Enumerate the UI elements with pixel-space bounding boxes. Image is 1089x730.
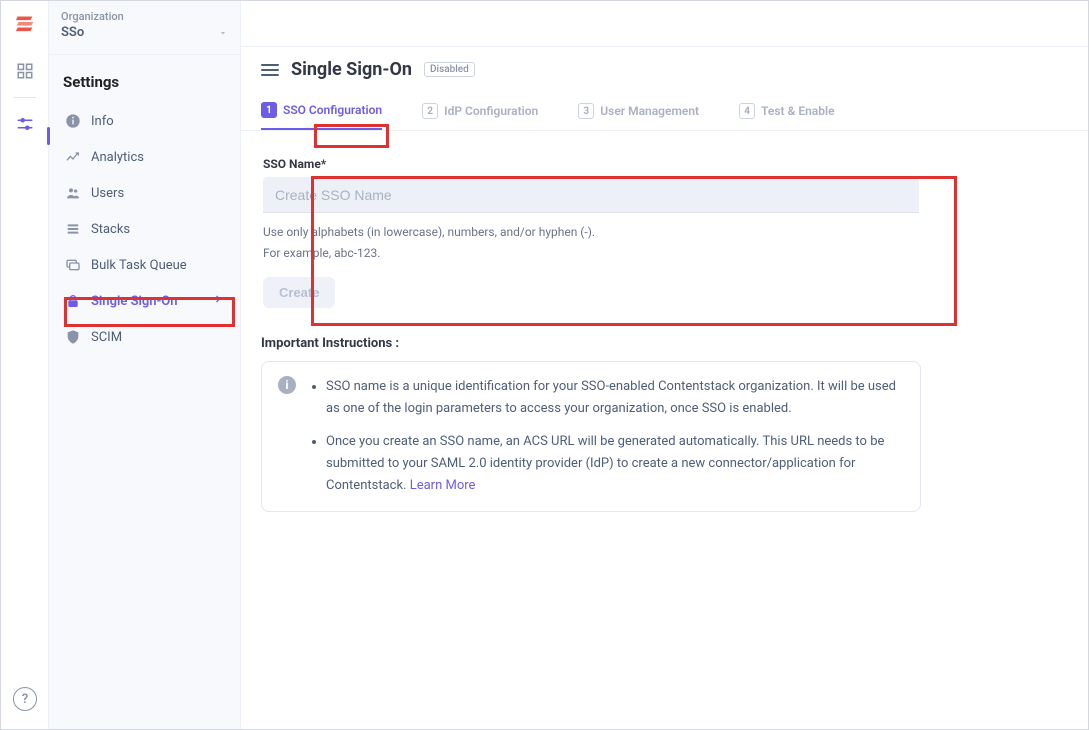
sso-name-label: SSO Name* xyxy=(263,157,919,171)
sidebar-item-info[interactable]: Info xyxy=(55,103,234,139)
hint-2: For example, abc-123. xyxy=(263,244,919,263)
step-label: Test & Enable xyxy=(761,104,834,118)
step-number: 3 xyxy=(578,103,594,119)
instructions-box: i SSO name is a unique identification fo… xyxy=(261,361,921,511)
sidebar-item-label: SCIM xyxy=(91,330,122,345)
sidebar: Organization SSo Settings Info Analytics… xyxy=(49,1,241,729)
stepper: 1 SSO Configuration 2 IdP Configuration … xyxy=(241,94,1088,131)
main-content: Single Sign-On Disabled 1 SSO Configurat… xyxy=(241,1,1088,729)
sidebar-item-single-sign-on[interactable]: Single Sign-On xyxy=(55,283,234,319)
chevron-down-icon xyxy=(218,28,228,38)
sidebar-item-label: Stacks xyxy=(91,222,130,237)
sidebar-item-label: Analytics xyxy=(91,150,144,165)
step-user-management[interactable]: 3 User Management xyxy=(578,102,699,130)
hint-1: Use only alphabets (in lowercase), numbe… xyxy=(263,223,919,242)
step-number: 1 xyxy=(261,102,277,118)
sliders-icon xyxy=(16,115,34,133)
step-label: SSO Configuration xyxy=(283,103,382,117)
queue-icon xyxy=(65,257,81,273)
sidebar-item-label: Users xyxy=(91,186,124,201)
step-label: User Management xyxy=(600,104,699,118)
app-logo-icon xyxy=(14,11,36,33)
stacks-icon xyxy=(65,221,81,237)
instructions-title: Important Instructions : xyxy=(261,336,1068,351)
sidebar-item-label: Info xyxy=(91,114,114,129)
sidebar-item-scim[interactable]: SCIM xyxy=(55,319,234,355)
help-button[interactable]: ? xyxy=(13,687,37,711)
lock-icon xyxy=(65,293,81,309)
analytics-icon xyxy=(65,149,81,165)
sidebar-title: Settings xyxy=(49,59,240,99)
instruction-item: SSO name is a unique identification for … xyxy=(326,376,904,420)
sidebar-item-users[interactable]: Users xyxy=(55,175,234,211)
org-label: Organization xyxy=(61,10,228,23)
sso-name-input[interactable] xyxy=(263,177,919,213)
org-name: SSo xyxy=(61,25,84,40)
left-rail: ? xyxy=(1,1,49,729)
sidebar-item-label: Bulk Task Queue xyxy=(91,258,187,273)
step-number: 2 xyxy=(422,103,438,119)
info-icon: i xyxy=(278,376,296,394)
sidebar-item-analytics[interactable]: Analytics xyxy=(55,139,234,175)
org-selector[interactable]: SSo xyxy=(61,23,228,48)
learn-more-link[interactable]: Learn More xyxy=(410,478,476,493)
step-label: IdP Configuration xyxy=(444,104,538,118)
page-title: Single Sign-On xyxy=(291,59,412,80)
status-badge: Disabled xyxy=(424,62,475,77)
dashboard-icon xyxy=(16,62,34,80)
info-icon xyxy=(65,113,81,129)
shield-icon xyxy=(65,329,81,345)
step-test-enable[interactable]: 4 Test & Enable xyxy=(739,102,834,130)
create-button[interactable]: Create xyxy=(263,277,335,308)
help-icon: ? xyxy=(22,692,28,707)
sidebar-item-stacks[interactable]: Stacks xyxy=(55,211,234,247)
step-idp-configuration[interactable]: 2 IdP Configuration xyxy=(422,102,538,130)
step-sso-configuration[interactable]: 1 SSO Configuration xyxy=(261,102,382,130)
sidebar-item-bulk-task-queue[interactable]: Bulk Task Queue xyxy=(55,247,234,283)
menu-toggle[interactable] xyxy=(261,64,279,76)
users-icon xyxy=(65,185,81,201)
chevron-right-icon xyxy=(212,293,224,309)
step-number: 4 xyxy=(739,103,755,119)
rail-settings[interactable] xyxy=(13,112,37,136)
rail-dashboard[interactable] xyxy=(13,59,37,83)
sidebar-item-label: Single Sign-On xyxy=(91,294,178,309)
instruction-item: Once you create an SSO name, an ACS URL … xyxy=(326,431,904,497)
